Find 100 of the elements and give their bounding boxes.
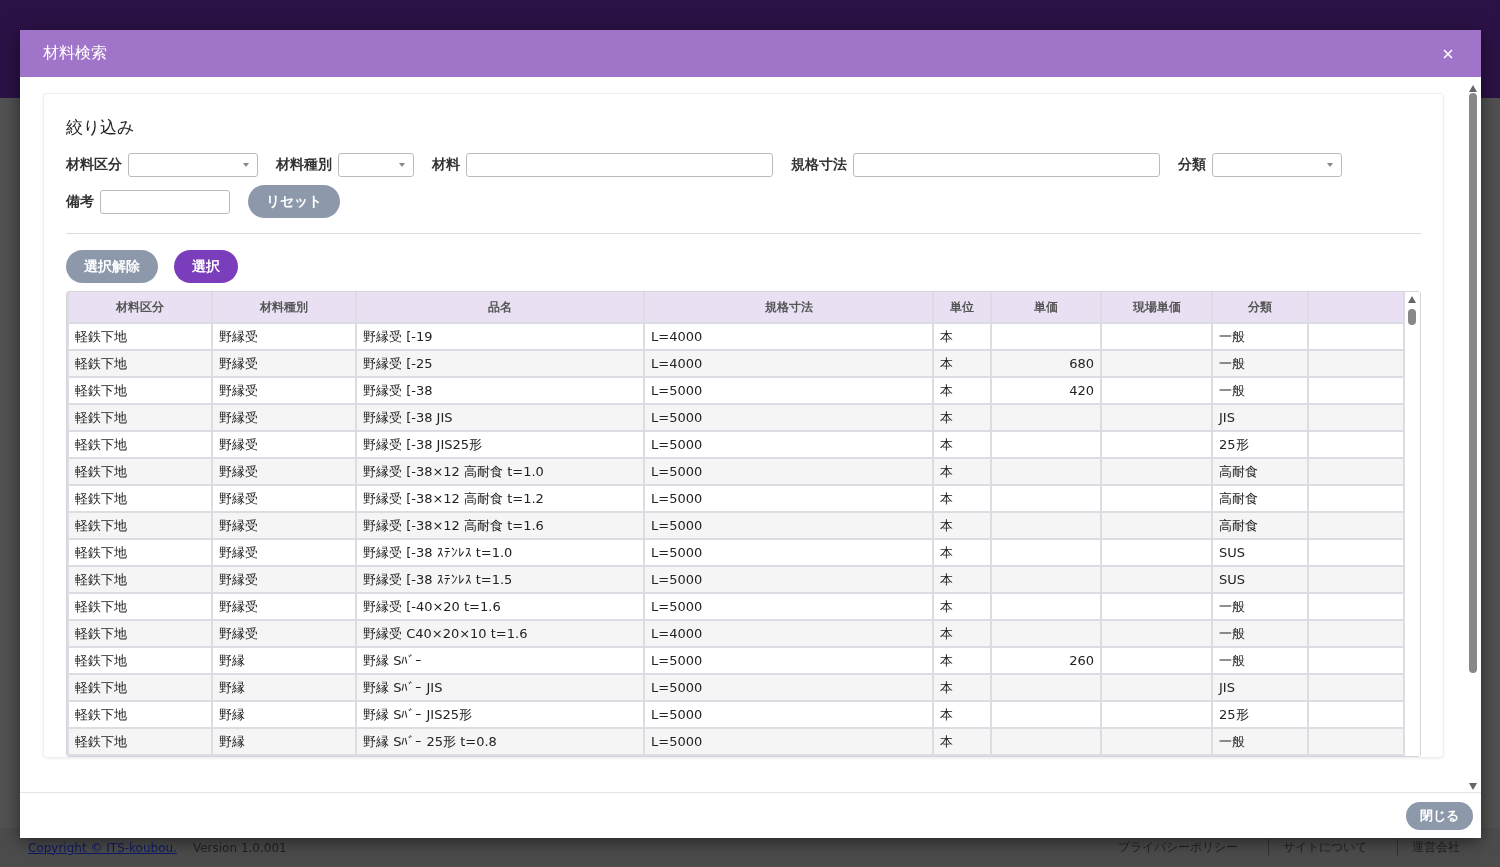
table-cell: 本 [940, 598, 953, 614]
table-cell: SUS [1219, 572, 1246, 587]
table-cell: 野縁受 [219, 382, 258, 398]
table-cell: 軽鉄下地 [75, 571, 127, 587]
filter-title: 絞り込み [66, 116, 135, 139]
table-cell: L=5000 [651, 680, 703, 695]
table-cell: 一般 [1219, 625, 1245, 641]
table-cell: 野縁受 [219, 328, 258, 344]
table-cell: 軽鉄下地 [75, 409, 127, 425]
table-scrollbar[interactable] [1405, 292, 1420, 756]
table-row[interactable]: 軽鉄下地 野縁 野縁 Sﾊﾞｰ JIS L=5000 本 JIS [68, 674, 1404, 701]
table-cell: 本 [940, 382, 953, 398]
table-cell: 260 [1069, 653, 1094, 668]
table-cell: 野縁受 [219, 544, 258, 560]
table-cell: L=4000 [651, 356, 703, 371]
column-header[interactable]: 単位 [933, 292, 991, 323]
column-header[interactable]: 単価 [991, 292, 1101, 323]
table-cell: 軽鉄下地 [75, 652, 127, 668]
input-field[interactable] [466, 153, 773, 177]
table-cell: L=5000 [651, 572, 703, 587]
select-button[interactable]: 選択 [174, 250, 238, 283]
table-cell: L=5000 [651, 599, 703, 614]
table-cell: 一般 [1219, 355, 1245, 371]
table-cell: 野縁受 C40×20×10 t=1.6 [363, 625, 528, 641]
table-cell: 本 [940, 409, 953, 425]
column-header[interactable]: 材料区分 [68, 292, 212, 323]
table-cell: 軽鉄下地 [75, 355, 127, 371]
table-cell: 本 [940, 490, 953, 506]
table-cell: 軽鉄下地 [75, 733, 127, 749]
table-row[interactable]: 軽鉄下地 野縁受 野縁受 [-38×12 高耐食 t=1.0 L=5000 本 高耐食 [68, 458, 1404, 485]
table-cell: L=5000 [651, 545, 703, 560]
column-header[interactable]: 品名 [356, 292, 644, 323]
table-cell: 本 [940, 355, 953, 371]
table-cell: 野縁受 [219, 571, 258, 587]
dropdown-field[interactable] [338, 153, 414, 177]
table-cell: 一般 [1219, 382, 1245, 398]
table-cell: L=5000 [651, 383, 703, 398]
field-label: 材料区分 [66, 156, 122, 174]
table-cell: 野縁受 [-38 JIS [363, 409, 453, 425]
column-header[interactable]: 材料種別 [212, 292, 356, 323]
table-row[interactable]: 軽鉄下地 野縁受 野縁受 [-38 ｽﾃﾝﾚｽ t=1.5 L=5000 本 SUS [68, 566, 1404, 593]
table-cell: 野縁 [219, 706, 245, 722]
table-cell: 野縁 Sﾊﾞｰ JIS [363, 679, 443, 695]
table-cell: 野縁受 [219, 490, 258, 506]
table-cell: 野縁 [219, 652, 245, 668]
table-cell: 本 [940, 625, 953, 641]
field-label: 規格寸法 [791, 156, 847, 174]
table-cell: JIS [1219, 680, 1235, 695]
table-cell: JIS [1219, 410, 1235, 425]
table-row[interactable]: 軽鉄下地 野縁受 野縁受 [-25 L=4000 本 680 一般 [68, 350, 1404, 377]
table-cell: 野縁 Sﾊﾞｰ JIS25形 [363, 706, 472, 722]
table-cell: 25形 [1219, 706, 1249, 722]
table-cell: SUS [1219, 545, 1246, 560]
table-cell: 野縁 Sﾊﾞｰ [363, 652, 423, 668]
table-cell: 野縁受 [219, 598, 258, 614]
table-cell: 高耐食 [1219, 490, 1258, 506]
table-cell: 本 [940, 517, 953, 533]
table-row[interactable]: 軽鉄下地 野縁受 野縁受 [-38×12 高耐食 t=1.6 L=5000 本 高耐食 [68, 512, 1404, 539]
table-cell: 軽鉄下地 [75, 679, 127, 695]
table-cell: 一般 [1219, 598, 1245, 614]
column-header[interactable]: 分類 [1212, 292, 1308, 323]
table-cell: 野縁受 [219, 463, 258, 479]
table-cell: 軽鉄下地 [75, 382, 127, 398]
field-label: 備考 [66, 192, 94, 211]
input-field[interactable] [853, 153, 1160, 177]
table-cell: L=5000 [651, 464, 703, 479]
table-cell: 本 [940, 652, 953, 668]
table-cell: 野縁 [219, 679, 245, 695]
table-cell: L=5000 [651, 707, 703, 722]
field-label: 材料 [432, 156, 460, 174]
table-cell: 野縁受 [219, 436, 258, 452]
table-cell: 野縁 [219, 733, 245, 749]
table-cell: 野縁受 [-38×12 高耐食 t=1.6 [363, 517, 544, 533]
table-cell: L=5000 [651, 410, 703, 425]
table-cell: 軽鉄下地 [75, 598, 127, 614]
table-cell: 軽鉄下地 [75, 436, 127, 452]
table-cell: 軽鉄下地 [75, 463, 127, 479]
table-row[interactable]: 軽鉄下地 野縁受 野縁受 C40×20×10 t=1.6 L=4000 本 一般 [68, 620, 1404, 647]
dropdown-field[interactable] [128, 153, 258, 177]
column-header[interactable]: 規格寸法 [644, 292, 933, 323]
column-header[interactable]: 現場単価 [1101, 292, 1212, 323]
table-row[interactable]: 軽鉄下地 野縁受 野縁受 [-38 JIS L=5000 本 JIS [68, 404, 1404, 431]
table-cell: 軽鉄下地 [75, 706, 127, 722]
table-cell: 軽鉄下地 [75, 490, 127, 506]
table-cell: 野縁 Sﾊﾞｰ 25形 t=0.8 [363, 733, 497, 749]
field-label: 分類 [1178, 156, 1206, 174]
table-cell: 野縁受 [-38×12 高耐食 t=1.2 [363, 490, 544, 506]
table-cell: 野縁受 [-38 [363, 382, 433, 398]
dropdown-field[interactable] [1212, 153, 1342, 177]
table-cell: 野縁受 [-25 [363, 355, 433, 371]
table-cell: 本 [940, 436, 953, 452]
table-cell: 高耐食 [1219, 517, 1258, 533]
table-cell: 本 [940, 544, 953, 560]
table-cell: 野縁受 [-19 [363, 328, 433, 344]
table-cell: 本 [940, 733, 953, 749]
table-cell: L=5000 [651, 518, 703, 533]
table-cell: 野縁受 [-38×12 高耐食 t=1.0 [363, 463, 544, 479]
table-row[interactable]: 軽鉄下地 野縁 野縁 Sﾊﾞｰ 25形 t=0.8 L=5000 本 一般 [68, 728, 1404, 755]
input-field[interactable] [100, 189, 230, 214]
table-cell: 軽鉄下地 [75, 544, 127, 560]
